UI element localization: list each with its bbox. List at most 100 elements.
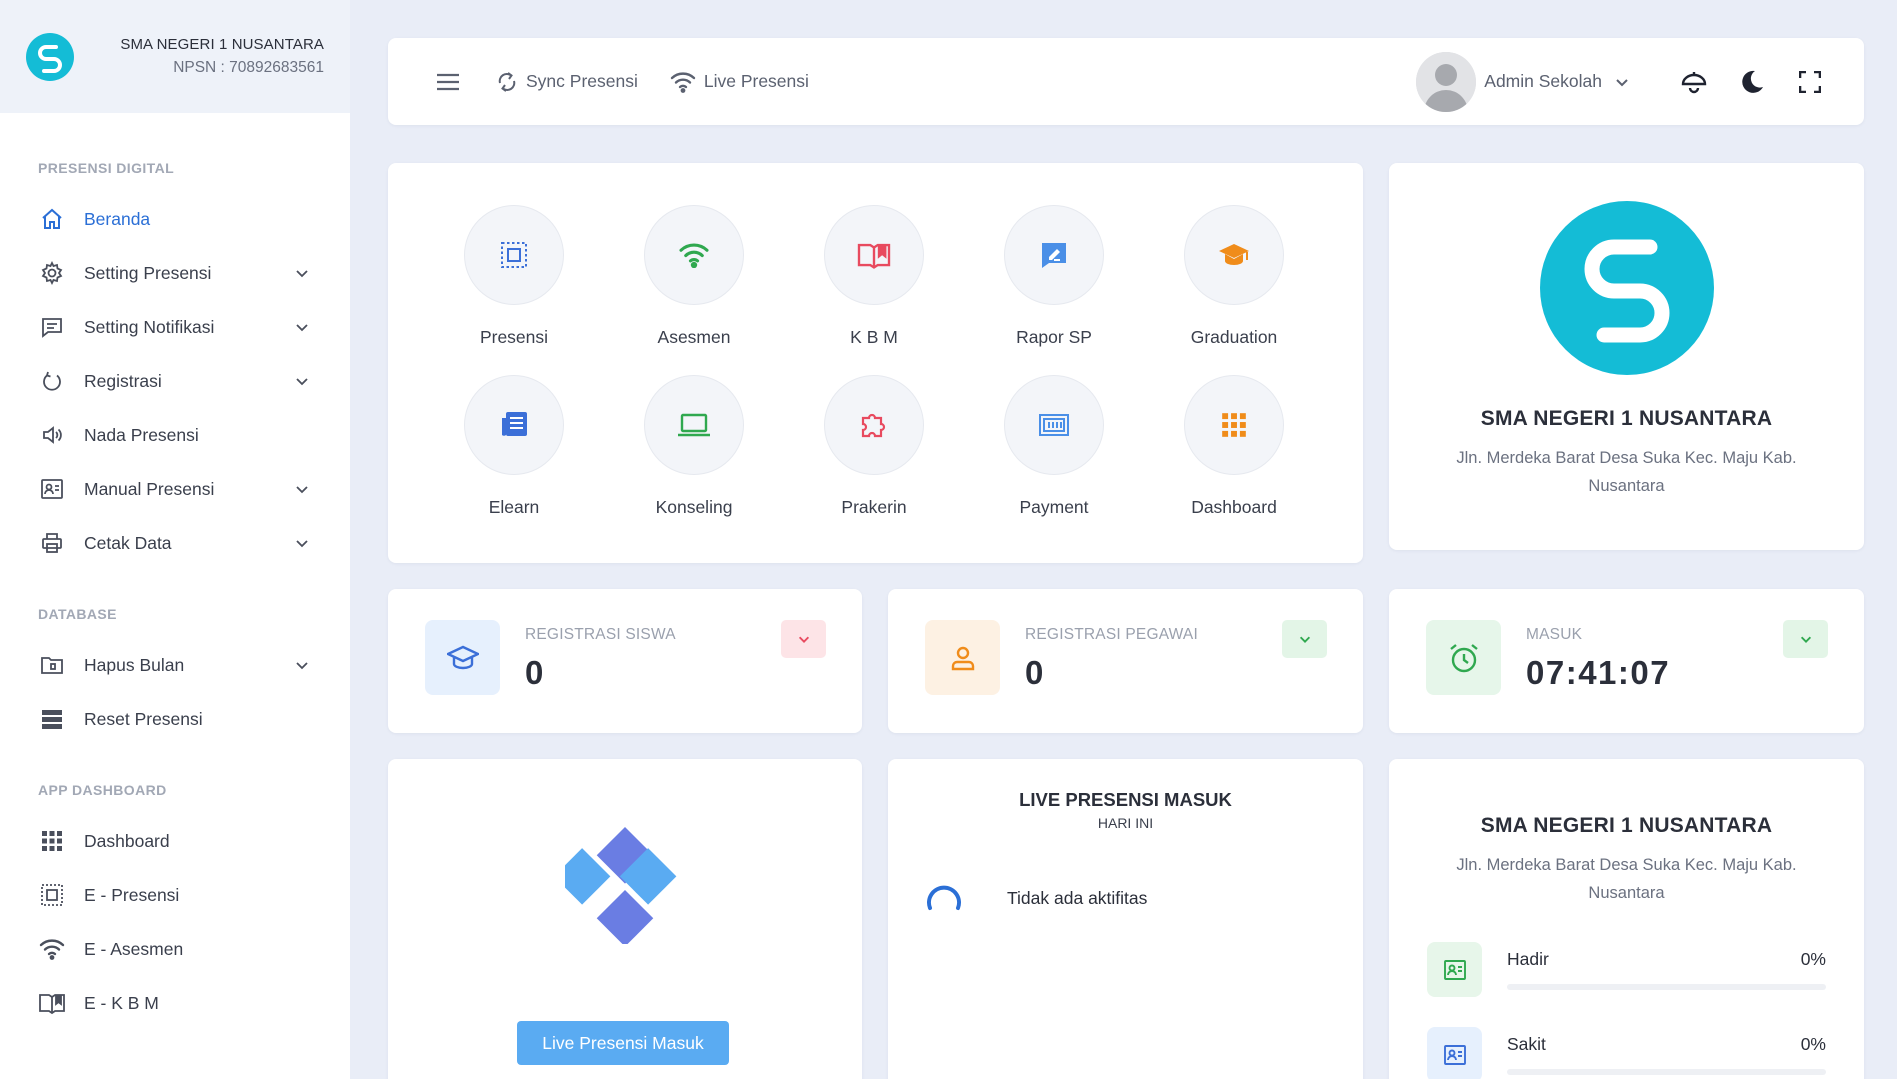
sidebar-item-e-presensi[interactable]: E - Presensi — [0, 868, 350, 922]
sidebar-item-e-kbm[interactable]: E - K B M — [0, 976, 350, 1030]
grid-icon — [38, 827, 66, 855]
menu-prakerin[interactable]: Prakerin — [804, 375, 944, 518]
notification-bell-button[interactable] — [1680, 68, 1708, 96]
sidebar-item-setting-presensi[interactable]: Setting Presensi — [0, 246, 350, 300]
sidebar-item-label: Nada Presensi — [84, 424, 199, 445]
stat-card-registrasi-pegawai: REGISTRASI PEGAWAI 0 — [888, 589, 1363, 733]
sidebar-item-label: Manual Presensi — [84, 478, 215, 499]
chevron-down-icon — [296, 378, 308, 386]
menu-payment[interactable]: Payment — [984, 375, 1124, 518]
power-icon — [38, 367, 66, 395]
sidebar-item-nada-presensi[interactable]: Nada Presensi — [0, 408, 350, 462]
book-icon — [38, 989, 66, 1017]
activity-empty-text: Tidak ada aktifitas — [1007, 888, 1148, 908]
sidebar-item-e-asesmen[interactable]: E - Asesmen — [0, 922, 350, 976]
live-presensi-button[interactable]: Live Presensi — [670, 71, 809, 93]
scan-icon — [501, 242, 527, 268]
avatar — [1416, 51, 1477, 112]
menu-toggle-button[interactable] — [434, 68, 462, 96]
sidebar-item-reset-presensi[interactable]: Reset Presensi — [0, 692, 350, 746]
stat-dropdown-button[interactable] — [1282, 620, 1327, 658]
live-presensi-panel: Live Presensi Masuk — [388, 759, 862, 1079]
sidebar-item-label: E - K B M — [84, 992, 159, 1013]
section-app-dashboard: APP DASHBOARD — [38, 782, 167, 798]
stat-label: MASUK — [1526, 626, 1583, 643]
chevron-down-icon — [1800, 636, 1811, 643]
sidebar-item-registrasi[interactable]: Registrasi — [0, 354, 350, 408]
sidebar-item-manual-presensi[interactable]: Manual Presensi — [0, 462, 350, 516]
sidebar-item-setting-notifikasi[interactable]: Setting Notifikasi — [0, 300, 350, 354]
wifi-icon — [679, 243, 709, 268]
gear-icon — [38, 259, 66, 287]
live-presensi-masuk-button[interactable]: Live Presensi Masuk — [517, 1021, 729, 1065]
school-address: Jln. Merdeka Barat Desa Suka Kec. Maju K… — [1456, 856, 1797, 902]
brand-npsn: NPSN : 70892683561 — [173, 59, 324, 76]
menu-label: Asesmen — [657, 327, 731, 347]
menu-rapor-sp[interactable]: Rapor SP — [984, 205, 1124, 348]
attendance-label: Sakit — [1507, 1034, 1546, 1054]
menu-label: K B M — [850, 327, 898, 347]
stat-dropdown-button[interactable] — [1783, 620, 1828, 658]
id-card-icon — [38, 475, 66, 503]
user-icon — [925, 620, 1000, 695]
menu-graduation[interactable]: Graduation — [1164, 205, 1304, 348]
chevron-down-icon — [296, 270, 308, 278]
menu-presensi[interactable]: Presensi — [444, 205, 584, 348]
puzzle-icon — [861, 413, 886, 438]
sync-presensi-button[interactable]: Sync Presensi — [496, 70, 638, 94]
sidebar-item-label: Setting Notifikasi — [84, 316, 215, 337]
wifi-icon — [670, 71, 696, 93]
menu-label: Graduation — [1190, 327, 1278, 347]
wifi-icon — [38, 935, 66, 963]
school-name: SMA NEGERI 1 NUSANTARA — [1480, 407, 1773, 430]
sync-presensi-label: Sync Presensi — [526, 71, 638, 91]
topbar: Sync Presensi Live Presensi Admin Sekola… — [388, 38, 1864, 125]
menu-kbm[interactable]: K B M — [804, 205, 944, 348]
menu-konseling[interactable]: Konseling — [624, 375, 764, 518]
brand-name: SMA NEGERI 1 NUSANTARA — [120, 36, 324, 53]
menu-dashboard[interactable]: Dashboard — [1164, 375, 1304, 518]
sidebar-item-label: E - Asesmen — [84, 938, 184, 959]
stat-dropdown-button[interactable] — [781, 620, 826, 658]
sidebar-item-dashboard[interactable]: Dashboard — [0, 814, 350, 868]
sync-icon — [498, 71, 516, 92]
sidebar-item-beranda[interactable]: Beranda — [0, 192, 350, 246]
brand-logo-icon[interactable] — [26, 32, 74, 81]
chevron-down-icon — [296, 662, 308, 670]
stat-label: REGISTRASI SISWA — [525, 626, 676, 643]
app-menu-card: Presensi Asesmen K B M Rapor SP Graduati… — [388, 163, 1363, 563]
sidebar-item-hapus-bulan[interactable]: Hapus Bulan — [0, 638, 350, 692]
activity-subtitle: HARI INI — [1097, 815, 1154, 831]
menu-elearn[interactable]: Elearn — [444, 375, 584, 518]
chevron-down-icon — [296, 324, 308, 332]
menu-label: Dashboard — [1191, 497, 1277, 517]
stat-label: REGISTRASI PEGAWAI — [1025, 626, 1198, 643]
id-card-icon — [1427, 1027, 1482, 1079]
menu-label: Presensi — [479, 327, 549, 347]
school-address: Jln. Merdeka Barat Desa Suka Kec. Maju K… — [1456, 449, 1797, 495]
fullscreen-button[interactable] — [1796, 68, 1824, 96]
activity-title: LIVE PRESENSI MASUK — [1019, 789, 1232, 810]
menu-asesmen[interactable]: Asesmen — [624, 205, 764, 348]
menu-label: Elearn — [488, 497, 540, 517]
sidebar: SMA NEGERI 1 NUSANTARA NPSN : 7089268356… — [0, 0, 350, 1079]
user-menu[interactable]: Admin Sekolah — [1416, 51, 1630, 112]
speaker-icon — [38, 421, 66, 449]
stat-card-registrasi-siswa: REGISTRASI SISWA 0 — [388, 589, 862, 733]
sidebar-item-cetak-data[interactable]: Cetak Data — [0, 516, 350, 570]
stat-card-masuk: MASUK 07:41:07 — [1389, 589, 1864, 733]
alarm-clock-icon — [1426, 620, 1501, 695]
dark-mode-toggle[interactable] — [1738, 68, 1766, 96]
chevron-down-icon — [1299, 636, 1310, 643]
graduation-cap-icon — [1219, 244, 1249, 265]
fullscreen-icon — [1799, 70, 1821, 93]
sidebar-item-label: Hapus Bulan — [84, 654, 185, 675]
chevron-down-icon — [296, 540, 308, 548]
scan-icon — [38, 881, 66, 909]
section-database: DATABASE — [38, 606, 117, 622]
grid-icon — [1222, 413, 1246, 437]
stat-value: 07:41:07 — [1526, 654, 1671, 691]
printer-icon — [38, 529, 66, 557]
book-icon — [857, 243, 891, 269]
server-icon — [38, 705, 66, 733]
